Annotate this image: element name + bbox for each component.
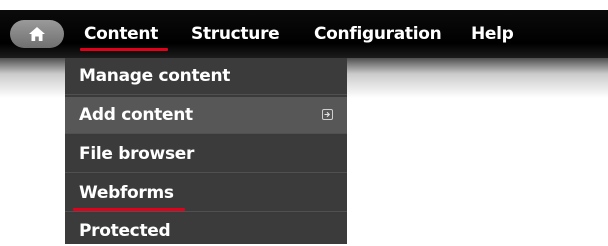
dropdown-item-protected[interactable]: Protected (65, 214, 347, 244)
content-dropdown-menu: Manage content Add content File browser … (65, 58, 347, 244)
dropdown-item-label: Add content (79, 105, 193, 125)
dropdown-item-file-browser[interactable]: File browser (65, 136, 347, 173)
dropdown-item-label: Protected (79, 221, 171, 241)
home-button[interactable] (10, 20, 64, 48)
dropdown-item-label: Webforms (79, 183, 174, 203)
menu-item-configuration[interactable]: Configuration (314, 18, 442, 50)
dropdown-item-label: Manage content (79, 66, 231, 86)
dropdown-item-manage-content[interactable]: Manage content (65, 58, 347, 95)
menu-item-help[interactable]: Help (471, 18, 514, 50)
webforms-highlight-underline (73, 208, 185, 211)
dropdown-item-webforms[interactable]: Webforms (65, 175, 347, 212)
dropdown-item-label: File browser (79, 144, 195, 164)
menu-item-structure[interactable]: Structure (191, 18, 280, 50)
menu-item-content[interactable]: Content (84, 18, 158, 50)
home-icon (28, 26, 46, 42)
expand-arrow-icon[interactable] (322, 109, 333, 120)
dropdown-item-add-content[interactable]: Add content (65, 97, 347, 134)
content-highlight-underline (80, 48, 168, 51)
